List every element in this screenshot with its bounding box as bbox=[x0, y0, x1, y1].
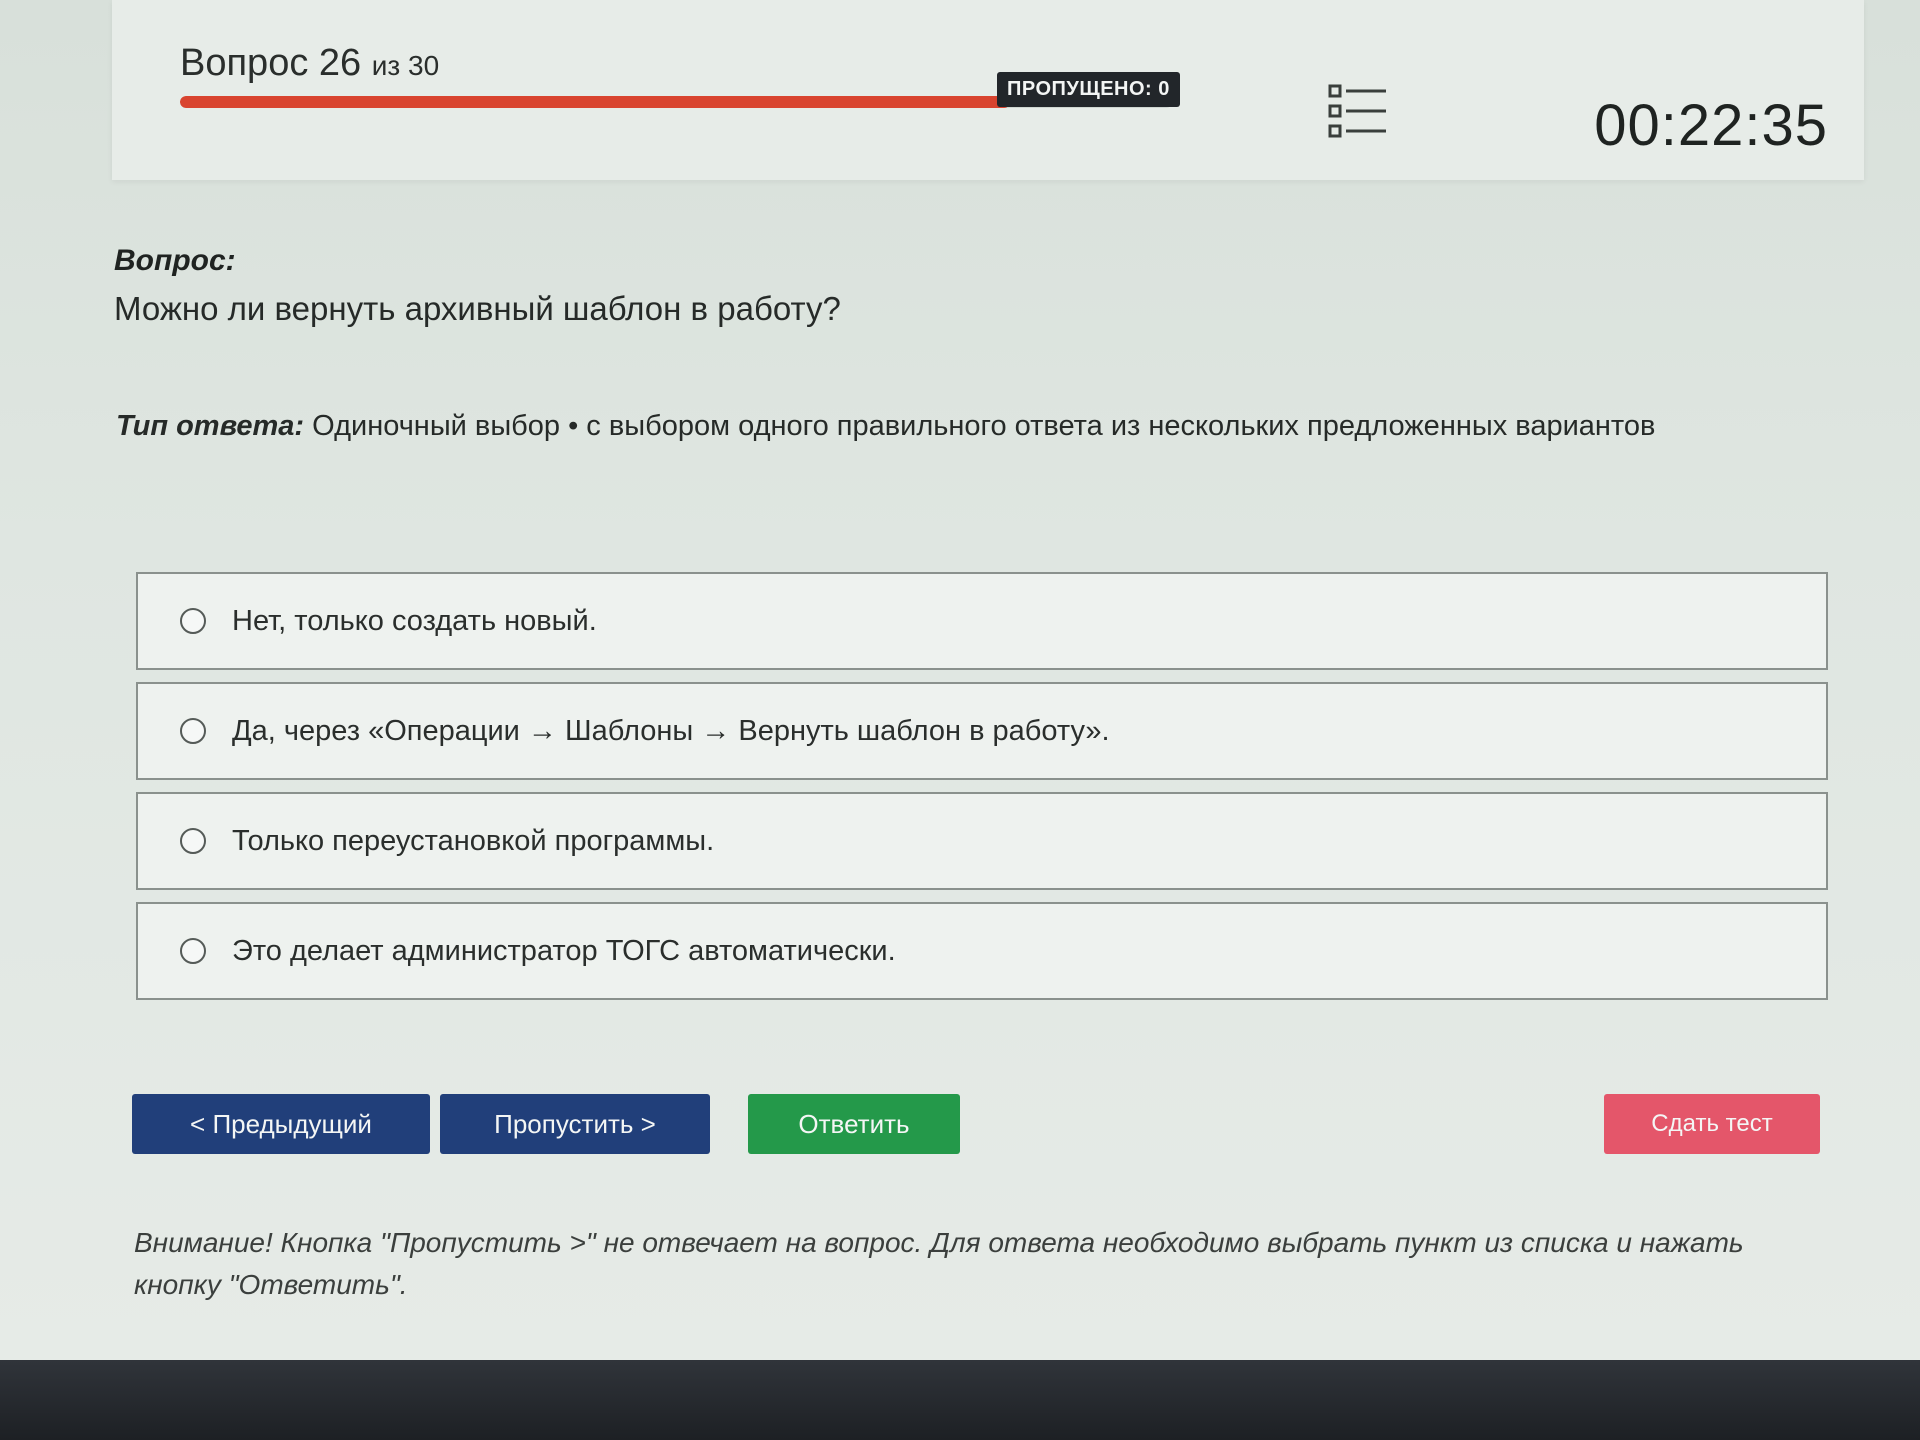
progress-bar-fill bbox=[180, 96, 1011, 108]
answer-type-label: Тип ответа: bbox=[116, 410, 305, 442]
radio-button[interactable] bbox=[180, 938, 206, 964]
submit-test-button[interactable]: Сдать тест bbox=[1604, 1094, 1820, 1154]
radio-button[interactable] bbox=[180, 608, 206, 634]
radio-button[interactable] bbox=[180, 718, 206, 744]
answer-options: Нет, только создать новый. Да, через «Оп… bbox=[136, 572, 1828, 1012]
timer: 00:22:35 bbox=[1594, 93, 1828, 158]
option-text: Это делает администратор ТОГС автоматиче… bbox=[232, 934, 896, 967]
question-list-icon[interactable] bbox=[1328, 84, 1388, 140]
answer-option-3[interactable]: Только переустановкой программы. bbox=[136, 792, 1828, 890]
option-text: Да, через «Операции → Шаблоны → Вернуть … bbox=[232, 714, 1110, 747]
monitor-bezel bbox=[0, 1360, 1920, 1440]
option-text: Только переустановкой программы. bbox=[232, 824, 715, 857]
question-counter: Вопрос 26 из 30 bbox=[180, 42, 439, 85]
question-prefix: Вопрос bbox=[180, 42, 309, 84]
action-buttons: < Предыдущий Пропустить > Ответить Сдать… bbox=[132, 1094, 1820, 1156]
answer-option-1[interactable]: Нет, только создать новый. bbox=[136, 572, 1828, 670]
skipped-badge: ПРОПУЩЕНО: 0 bbox=[997, 72, 1180, 107]
question-label: Вопрос: bbox=[114, 244, 236, 277]
question-current: 26 bbox=[318, 42, 362, 84]
answer-type-value: Одиночный выбор • с выбором одного прави… bbox=[312, 410, 1656, 442]
warning-note: Внимание! Кнопка "Пропустить >" не отвеч… bbox=[134, 1227, 1744, 1300]
answer-type: Тип ответа: Одиночный выбор • с выбором … bbox=[116, 410, 1655, 443]
answer-option-2[interactable]: Да, через «Операции → Шаблоны → Вернуть … bbox=[136, 682, 1828, 780]
question-total: из 30 bbox=[371, 50, 440, 81]
skip-button[interactable]: Пропустить > bbox=[440, 1094, 710, 1154]
screen: Вопрос 26 из 30 ПРОПУЩЕНО: 0 00:22:35 Во… bbox=[0, 0, 1920, 1360]
previous-button[interactable]: < Предыдущий bbox=[132, 1094, 430, 1154]
test-header: Вопрос 26 из 30 ПРОПУЩЕНО: 0 00:22:35 bbox=[112, 0, 1864, 180]
list-icon bbox=[1328, 84, 1386, 138]
radio-button[interactable] bbox=[180, 828, 206, 854]
answer-option-4[interactable]: Это делает администратор ТОГС автоматиче… bbox=[136, 902, 1828, 1000]
question-text: Можно ли вернуть архивный шаблон в работ… bbox=[114, 290, 841, 327]
option-text: Нет, только создать новый. bbox=[232, 604, 597, 637]
answer-button[interactable]: Ответить bbox=[748, 1094, 960, 1154]
